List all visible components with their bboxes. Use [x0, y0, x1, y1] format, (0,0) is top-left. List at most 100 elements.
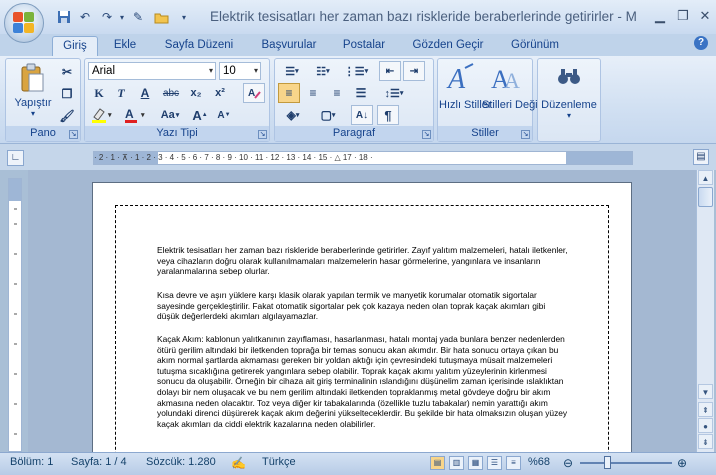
font-size-value: 10	[223, 65, 236, 77]
show-formatting-marks-icon[interactable]: ¶	[377, 105, 399, 125]
editing-dropdown-icon[interactable]: ▾	[538, 111, 600, 120]
document-paragraph[interactable]: Kısa devre ve aşırı yüklere karşı klasik…	[157, 290, 569, 322]
document-paragraph[interactable]: Kaçak Akım: kablonun yalıtkanının zayıfl…	[157, 334, 569, 429]
customize-qat-icon[interactable]: ▾	[176, 9, 192, 25]
svg-text:▾: ▾	[107, 112, 112, 119]
superscript-button[interactable]: x²	[209, 83, 231, 103]
format-painter-icon[interactable]: ✎	[130, 9, 146, 25]
help-icon[interactable]: ?	[694, 36, 708, 50]
tab-ekle[interactable]: Ekle	[106, 36, 144, 56]
view-ruler-icon[interactable]: ▤	[693, 149, 709, 165]
status-language[interactable]: Türkçe	[262, 456, 296, 468]
next-page-icon[interactable]: ⇟	[698, 434, 713, 449]
change-styles-icon[interactable]: AA	[486, 61, 526, 95]
numbering-icon[interactable]: ☷ ▾	[309, 61, 337, 81]
zoom-in-icon[interactable]: ⊕	[677, 456, 687, 470]
increase-indent-icon[interactable]: ⇥	[403, 61, 425, 81]
copy-icon[interactable]: ❐	[56, 84, 78, 104]
tab-basvurular[interactable]: Başvurular	[254, 36, 324, 56]
format-painter-brush-icon[interactable]: 🖌	[56, 106, 78, 126]
bold-button[interactable]: K	[88, 83, 110, 103]
scroll-up-icon[interactable]: ▲	[698, 170, 713, 185]
maximize-icon[interactable]: ❐	[671, 6, 695, 26]
svg-text:A: A	[125, 107, 134, 121]
underline-button[interactable]: A	[134, 83, 156, 103]
pano-launcher-icon[interactable]: ↘	[69, 130, 78, 139]
paste-icon[interactable]	[12, 62, 52, 94]
borders-icon[interactable]: ▢ ▾	[313, 105, 343, 125]
scroll-thumb[interactable]	[698, 187, 713, 207]
subscript-button[interactable]: x₂	[185, 83, 207, 103]
paragraph-launcher-icon[interactable]: ↘	[422, 130, 431, 139]
proofing-icon[interactable]: ✍	[231, 456, 246, 470]
status-words[interactable]: Sözcük: 1.280	[146, 456, 216, 468]
decrease-indent-icon[interactable]: ⇤	[379, 61, 401, 81]
editing-button[interactable]: Düzenleme	[538, 99, 600, 111]
font-size-select[interactable]: 10 ▾	[219, 62, 261, 80]
line-spacing-icon[interactable]: ↕☰ ▾	[379, 83, 409, 103]
paste-button[interactable]: Yapıştır	[8, 97, 58, 109]
grow-font-button[interactable]: A ▲	[189, 105, 211, 125]
sort-icon[interactable]: A↓	[351, 105, 373, 125]
tab-sayfa-duzeni[interactable]: Sayfa Düzeni	[158, 36, 240, 56]
close-icon[interactable]: ✕	[693, 6, 716, 26]
align-center-icon[interactable]: ≡	[302, 83, 324, 103]
select-browse-object-icon[interactable]: ●	[698, 418, 713, 433]
font-family-select[interactable]: Arial ▾	[88, 62, 216, 80]
scroll-down-icon[interactable]: ▼	[698, 384, 713, 399]
change-case-button[interactable]: Aa ▾	[155, 105, 185, 125]
font-color-icon[interactable]: A ▾	[121, 105, 149, 125]
quick-styles-icon[interactable]: A	[442, 61, 480, 95]
horizontal-ruler[interactable]: · 2 · 1 · ⊼ · 1 · 2 · 3 · 4 · 5 · 6 · 7 …	[93, 151, 633, 165]
align-right-icon[interactable]: ≡	[326, 83, 348, 103]
outline-view-icon[interactable]: ☰	[487, 456, 502, 470]
status-section[interactable]: Bölüm: 1	[10, 456, 53, 468]
open-folder-icon[interactable]	[153, 9, 169, 25]
shading-icon[interactable]: ◈ ▾	[278, 105, 308, 125]
group-paragraf: ☰ ▾ ☷ ▾ ⋮☰ ▾ ⇤ ⇥ ≡ ≡ ≡ ☰ ↕☰ ▾ ◈ ▾ ▢ ▾ A↓ ¶ Par…	[274, 58, 434, 142]
zoom-out-icon[interactable]: ⊖	[563, 456, 573, 470]
undo-dropdown-icon[interactable]: ▾	[114, 9, 130, 25]
binoculars-icon[interactable]	[554, 63, 584, 91]
align-left-icon[interactable]: ≡	[278, 83, 300, 103]
group-label-paragraf: Paragraf	[275, 126, 433, 141]
office-button[interactable]	[4, 3, 44, 43]
web-layout-icon[interactable]: ▦	[468, 456, 483, 470]
highlight-color-icon[interactable]: ▾	[88, 105, 116, 125]
strikethrough-button[interactable]: abc	[159, 83, 183, 103]
zoom-level[interactable]: %68	[528, 456, 550, 468]
justify-icon[interactable]: ☰	[350, 83, 372, 103]
font-launcher-icon[interactable]: ↘	[258, 130, 267, 139]
document-paragraph[interactable]: Elektrik tesisatları her zaman bazı risk…	[157, 245, 569, 277]
zoom-slider-thumb[interactable]	[604, 456, 611, 469]
vertical-ruler[interactable]	[8, 178, 22, 452]
print-layout-view-icon[interactable]: ▤	[430, 456, 445, 470]
quick-styles-button[interactable]: Hızlı Stiller	[439, 99, 492, 111]
status-page[interactable]: Sayfa: 1 / 4	[71, 456, 127, 468]
shrink-font-button[interactable]: A ▼	[213, 105, 235, 125]
clear-formatting-icon[interactable]: A	[243, 83, 265, 103]
svg-text:A: A	[248, 88, 255, 99]
italic-button[interactable]: T	[110, 83, 132, 103]
multilevel-list-icon[interactable]: ⋮☰ ▾	[341, 61, 371, 81]
tab-gorunum[interactable]: Görünüm	[502, 36, 568, 56]
tab-gozden-gecir[interactable]: Gözden Geçir	[406, 36, 490, 56]
zoom-slider[interactable]	[580, 462, 672, 464]
vertical-scrollbar[interactable]: ▲ ▼ ⇞ ● ⇟	[696, 170, 714, 452]
bullets-icon[interactable]: ☰ ▾	[278, 61, 306, 81]
tab-selector-icon[interactable]: ∟	[7, 150, 24, 166]
previous-page-icon[interactable]: ⇞	[698, 402, 713, 417]
draft-view-icon[interactable]: ≡	[506, 456, 521, 470]
tab-giris[interactable]: Giriş	[52, 36, 98, 56]
change-styles-button[interactable]: Stilleri Değiştir	[482, 99, 552, 111]
styles-launcher-icon[interactable]: ↘	[521, 130, 530, 139]
paste-dropdown-icon[interactable]: ▾	[8, 109, 58, 118]
save-icon[interactable]	[56, 9, 72, 25]
full-screen-reading-icon[interactable]: ▥	[449, 456, 464, 470]
tab-postalar[interactable]: Postalar	[336, 36, 392, 56]
undo-icon[interactable]: ↶	[77, 9, 93, 25]
group-label-yazi-tipi: Yazı Tipi	[85, 126, 269, 141]
minimize-icon[interactable]: ▁	[648, 6, 672, 26]
cut-icon[interactable]: ✂	[56, 62, 78, 82]
redo-icon[interactable]: ↷	[99, 9, 115, 25]
